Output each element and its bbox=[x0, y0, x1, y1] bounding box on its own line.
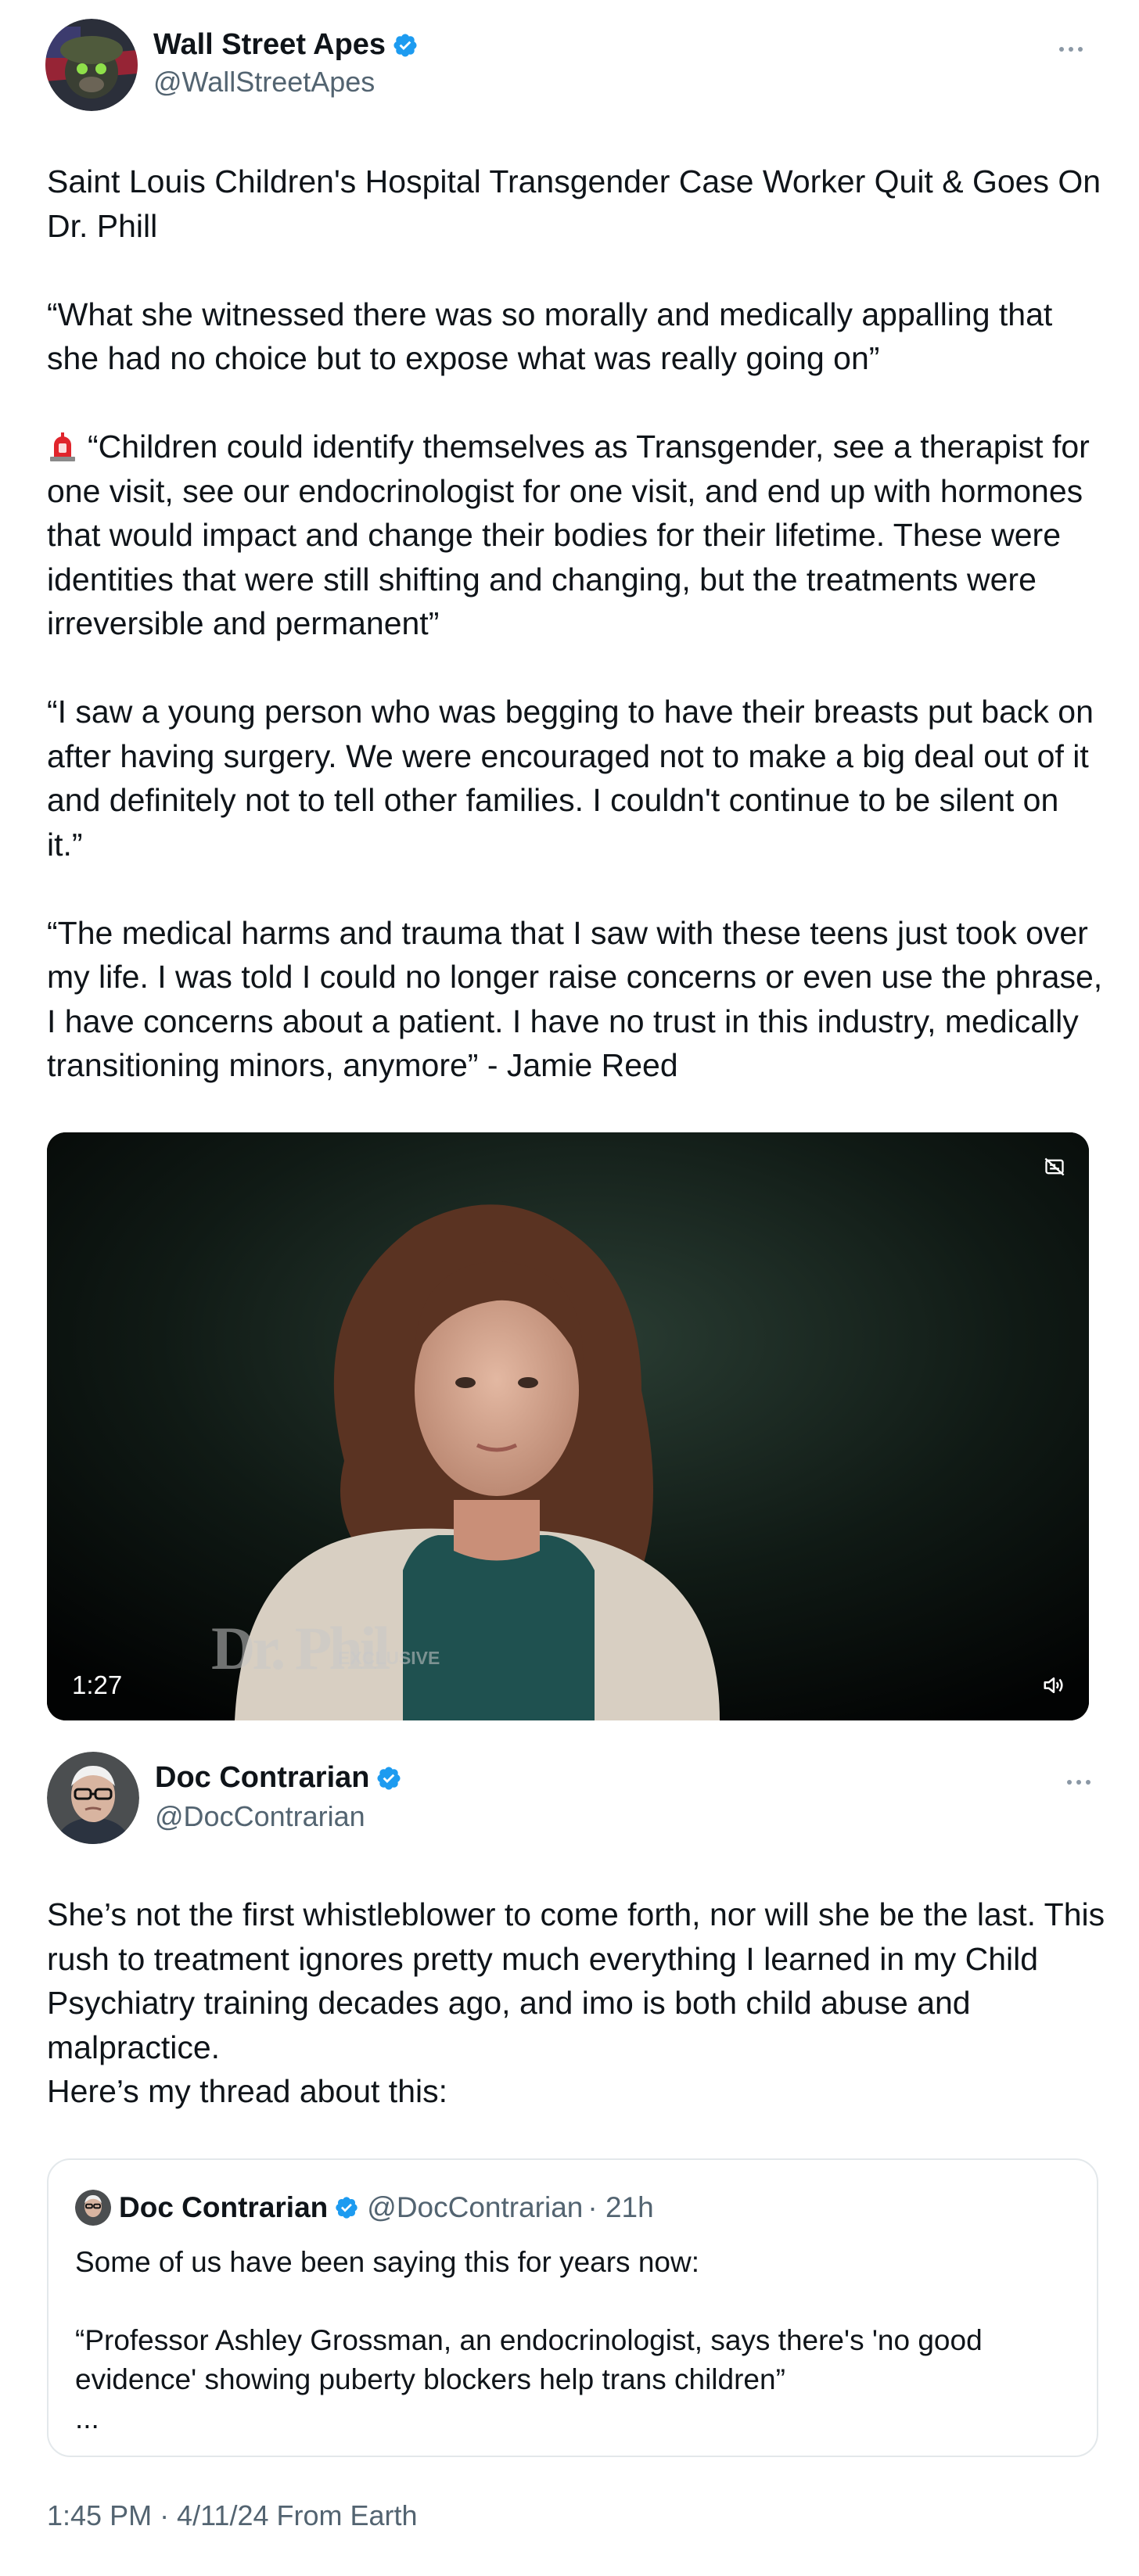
quoted-tweet-header: Doc Contrarian @DocContrarian · 21h bbox=[75, 2190, 654, 2226]
video-watermark-sub: EXCLUSIVE bbox=[338, 1648, 440, 1668]
quoted-line: Some of us have been saying this for yea… bbox=[75, 2246, 699, 2278]
tweet-paragraph: “What she witnessed there was so morally… bbox=[47, 296, 1053, 377]
tweet-paragraph: “The medical harms and trauma that I saw… bbox=[47, 914, 1103, 1084]
author-name-row[interactable]: Wall Street Apes bbox=[153, 28, 419, 62]
more-options-icon[interactable] bbox=[1059, 47, 1083, 52]
volume-icon[interactable] bbox=[1042, 1674, 1065, 1697]
sensitive-content-icon[interactable] bbox=[1044, 1156, 1065, 1178]
tweet-timestamp[interactable]: 1:45 PM · 4/11/24 From Earth bbox=[47, 2499, 418, 2532]
quoted-ellipsis: ... bbox=[75, 2402, 99, 2434]
quoted-tweet-text: Some of us have been saying this for yea… bbox=[75, 2243, 1069, 2438]
doc-avatar-icon bbox=[75, 2190, 111, 2226]
video-frame-image bbox=[47, 1132, 1089, 1720]
tweet-text: Saint Louis Children's Hospital Transgen… bbox=[47, 160, 1103, 1088]
tweet-paragraph-text: “Children could identify themselves as T… bbox=[47, 429, 1090, 641]
quoted-line: “Professor Ashley Grossman, an endocrino… bbox=[75, 2324, 983, 2395]
tweet-paragraph: She’s not the first whistleblower to com… bbox=[47, 1896, 1105, 2065]
ape-avatar-icon bbox=[45, 19, 138, 111]
doc-avatar-icon bbox=[47, 1752, 139, 1844]
verified-badge-icon bbox=[393, 33, 417, 57]
tweet-paragraph: “Children could identify themselves as T… bbox=[47, 425, 1103, 646]
quoted-time: · 21h bbox=[587, 2191, 654, 2223]
author-name-row[interactable]: Doc Contrarian bbox=[155, 1761, 402, 1795]
quoted-handle: @DocContrarian bbox=[367, 2191, 584, 2223]
quoted-tweet-card[interactable]: Doc Contrarian @DocContrarian · 21h Some… bbox=[47, 2158, 1098, 2457]
handle[interactable]: @WallStreetApes bbox=[153, 66, 375, 99]
display-name[interactable]: Doc Contrarian bbox=[155, 1761, 369, 1795]
verified-badge-icon bbox=[377, 1766, 401, 1790]
video-player[interactable]: Dr. Phil EXCLUSIVE 1:27 bbox=[47, 1132, 1089, 1720]
handle[interactable]: @DocContrarian bbox=[155, 1800, 365, 1833]
avatar[interactable] bbox=[47, 1752, 139, 1844]
quoted-avatar bbox=[75, 2190, 111, 2226]
verified-badge-icon bbox=[336, 2197, 358, 2219]
police-light-icon bbox=[50, 432, 75, 461]
video-duration: 1:27 bbox=[72, 1670, 123, 1699]
display-name[interactable]: Wall Street Apes bbox=[153, 28, 386, 62]
tweet-text: She’s not the first whistleblower to com… bbox=[47, 1893, 1108, 2114]
tweet-paragraph: Saint Louis Children's Hospital Transgen… bbox=[47, 163, 1101, 244]
quoted-display-name: Doc Contrarian bbox=[119, 2191, 329, 2223]
avatar[interactable] bbox=[45, 19, 138, 111]
tweet-paragraph: “I saw a young person who was begging to… bbox=[47, 694, 1094, 863]
tweet-paragraph: Here’s my thread about this: bbox=[47, 2073, 447, 2109]
more-options-icon[interactable] bbox=[1067, 1780, 1090, 1785]
